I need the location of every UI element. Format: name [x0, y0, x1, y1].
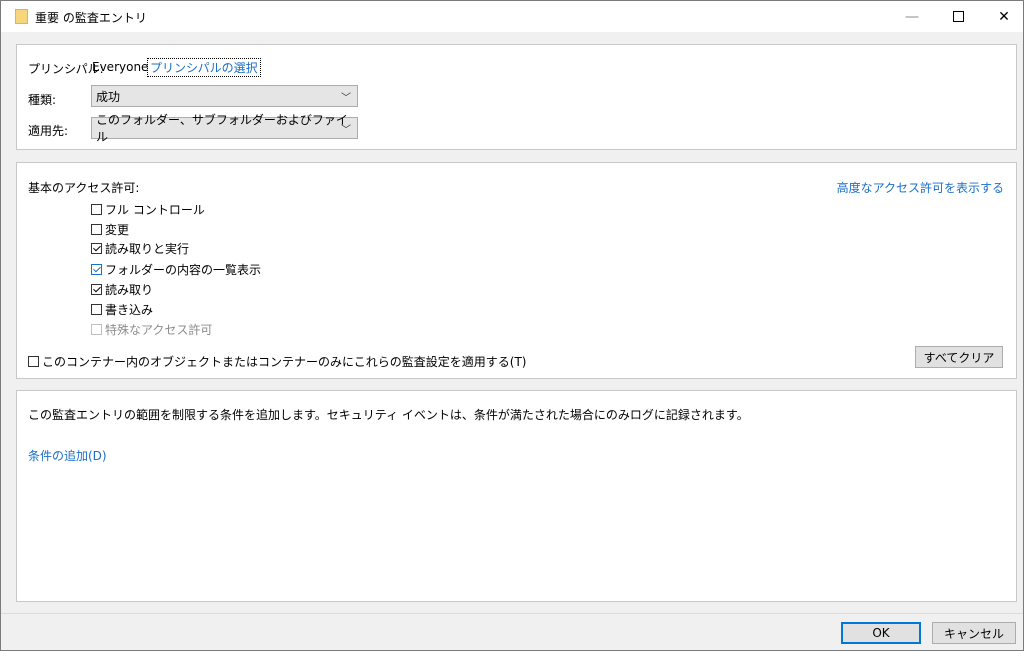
window-title: 重要 の監査エントリ	[35, 11, 147, 25]
close-button[interactable]: ✕	[981, 1, 1024, 32]
type-select[interactable]: 成功 ﹀	[91, 85, 358, 107]
apply-container-only-option[interactable]: このコンテナー内のオブジェクトまたはコンテナーのみにこれらの監査設定を適用する(…	[28, 353, 526, 370]
perm-full-control[interactable]: フル コントロール	[91, 201, 205, 218]
perm-label: 書き込み	[105, 303, 154, 317]
perm-label: フル コントロール	[105, 203, 205, 217]
audit-entry-dialog: 重要 の監査エントリ — ✕ プリンシパル: Everyone プリンシパルの選…	[0, 0, 1024, 651]
perm-special: 特殊なアクセス許可	[91, 321, 212, 338]
applies-to-select[interactable]: このフォルダー、サブフォルダーおよびファイル ﹀	[91, 113, 358, 144]
permissions-panel: 基本のアクセス許可: 高度なアクセス許可を表示する フル コントロール 変更 読…	[16, 162, 1017, 379]
checkbox[interactable]	[91, 224, 102, 235]
checkbox[interactable]	[28, 356, 39, 367]
minimize-button[interactable]: —	[889, 1, 935, 32]
perm-label: 変更	[105, 223, 130, 237]
select-principal-link[interactable]: プリンシパルの選択	[147, 58, 261, 77]
chevron-down-icon: ﹀	[341, 93, 351, 104]
basic-permissions-header: 基本のアクセス許可:	[28, 181, 140, 195]
perm-list-folder[interactable]: フォルダーの内容の一覧表示	[91, 261, 261, 278]
checkbox-checked[interactable]	[91, 243, 102, 254]
checkbox[interactable]	[91, 304, 102, 315]
maximize-button[interactable]	[935, 1, 981, 32]
perm-write[interactable]: 書き込み	[91, 301, 153, 318]
perm-modify[interactable]: 変更	[91, 221, 129, 238]
perm-label: 読み取りと実行	[105, 242, 190, 256]
maximize-icon	[952, 11, 964, 22]
clear-all-button[interactable]: すべてクリア	[915, 346, 1003, 368]
perm-label: 特殊なアクセス許可	[105, 323, 213, 337]
show-advanced-permissions-link[interactable]: 高度なアクセス許可を表示する	[837, 179, 1004, 196]
type-label: 種類:	[28, 93, 57, 107]
principal-value: Everyone	[92, 60, 149, 74]
folder-icon	[15, 9, 28, 24]
cancel-button[interactable]: キャンセル	[932, 622, 1016, 644]
apply-container-only-label: このコンテナー内のオブジェクトまたはコンテナーのみにこれらの監査設定を適用する(…	[42, 355, 527, 369]
perm-label: フォルダーの内容の一覧表示	[105, 263, 262, 277]
perm-label: 読み取り	[105, 283, 154, 297]
checkbox-checked[interactable]	[91, 284, 102, 295]
footer-divider	[1, 613, 1023, 614]
title-bar: 重要 の監査エントリ — ✕	[1, 1, 1023, 32]
conditions-description: この監査エントリの範囲を制限する条件を追加します。セキュリティ イベントは、条件…	[28, 408, 749, 422]
type-select-value: 成功	[96, 89, 121, 104]
principal-panel: プリンシパル: Everyone プリンシパルの選択 種類: 成功 ﹀ 適用先:…	[16, 44, 1017, 150]
perm-read[interactable]: 読み取り	[91, 281, 153, 298]
conditions-panel: この監査エントリの範囲を制限する条件を追加します。セキュリティ イベントは、条件…	[16, 390, 1017, 602]
ok-button[interactable]: OK	[841, 622, 921, 644]
add-condition-link[interactable]: 条件の追加(D)	[28, 447, 107, 464]
applies-to-label: 適用先:	[28, 124, 69, 138]
checkbox[interactable]	[91, 204, 102, 215]
chevron-down-icon: ﹀	[341, 125, 351, 136]
perm-read-execute[interactable]: 読み取りと実行	[91, 240, 189, 257]
checkbox-disabled	[91, 324, 102, 335]
checkbox-checked[interactable]	[91, 264, 102, 275]
applies-to-select-value: このフォルダー、サブフォルダーおよびファイル	[96, 113, 348, 144]
